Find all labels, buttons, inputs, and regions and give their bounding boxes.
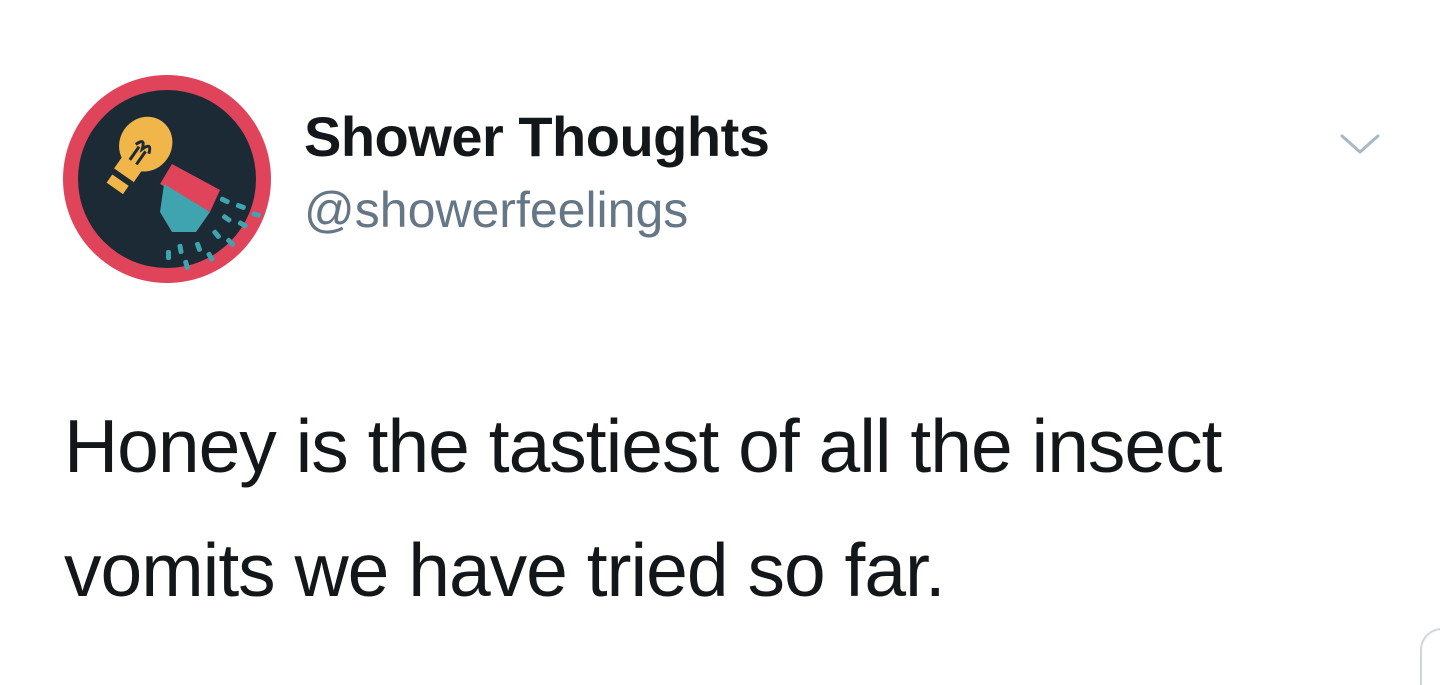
tweet-text-line: vomits we have tried so far.: [64, 528, 946, 612]
avatar[interactable]: [60, 72, 274, 286]
tweet-text: Honey is the tastiest of all the insect …: [64, 384, 1404, 632]
tweet-text-line: Honey is the tastiest of all the insect: [64, 404, 1222, 488]
user-handle[interactable]: @showerfeelings: [304, 180, 688, 240]
chevron-down-icon[interactable]: [1336, 126, 1384, 162]
partial-frame: [1420, 628, 1440, 685]
display-name[interactable]: Shower Thoughts: [304, 104, 770, 170]
tweet-card: Shower Thoughts @showerfeelings Honey is…: [0, 0, 1440, 685]
